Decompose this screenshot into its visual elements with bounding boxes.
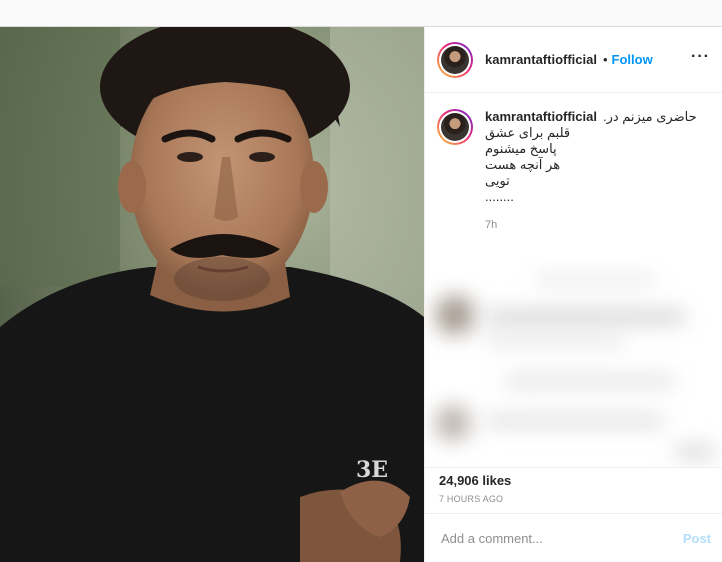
comment-input[interactable]	[439, 529, 683, 547]
post-caption: kamrantaftiofficial حاضری میزنم در. قلبم…	[425, 93, 722, 233]
post-header: kamrantaftiofficial • Follow ···	[425, 27, 722, 93]
caption-line: ........	[485, 189, 514, 204]
caption-line: قلبم برای عشق	[485, 125, 571, 140]
caption-username[interactable]: kamrantaftiofficial	[485, 109, 597, 125]
post-comment-button[interactable]: Post	[683, 531, 711, 546]
follow-button[interactable]: Follow	[612, 52, 653, 67]
comment-bar: Post	[425, 513, 722, 562]
author-username[interactable]: kamrantaftiofficial	[485, 52, 597, 67]
caption-avatar[interactable]	[437, 109, 473, 145]
comments-blurred-area	[425, 255, 722, 467]
post-modal: 3E kamrantaftiofficial • Follow ··· kamr…	[0, 26, 722, 562]
post-stats: 24,906 likes 7 HOURS AGO	[425, 467, 722, 513]
post-timestamp[interactable]: 7 HOURS AGO	[439, 494, 711, 504]
author-avatar[interactable]	[437, 41, 473, 78]
post-photo[interactable]: 3E	[0, 27, 424, 562]
caption-line: حاضری میزنم در.	[602, 109, 697, 124]
portrait-image: 3E	[0, 27, 424, 562]
likes-count[interactable]: 24,906 likes	[439, 473, 711, 488]
caption-timestamp[interactable]: 7h	[485, 217, 697, 233]
shirt-logo: 3E	[356, 457, 388, 483]
caption-line: تویی	[485, 173, 510, 188]
more-options-icon[interactable]: ···	[691, 48, 710, 68]
caption-line: هر آنچه هست	[485, 157, 561, 172]
caption-line: پاسخ میشنوم	[485, 141, 557, 156]
post-sidebar: kamrantaftiofficial • Follow ··· kamrant…	[424, 27, 722, 562]
header-separator: •	[602, 52, 608, 67]
